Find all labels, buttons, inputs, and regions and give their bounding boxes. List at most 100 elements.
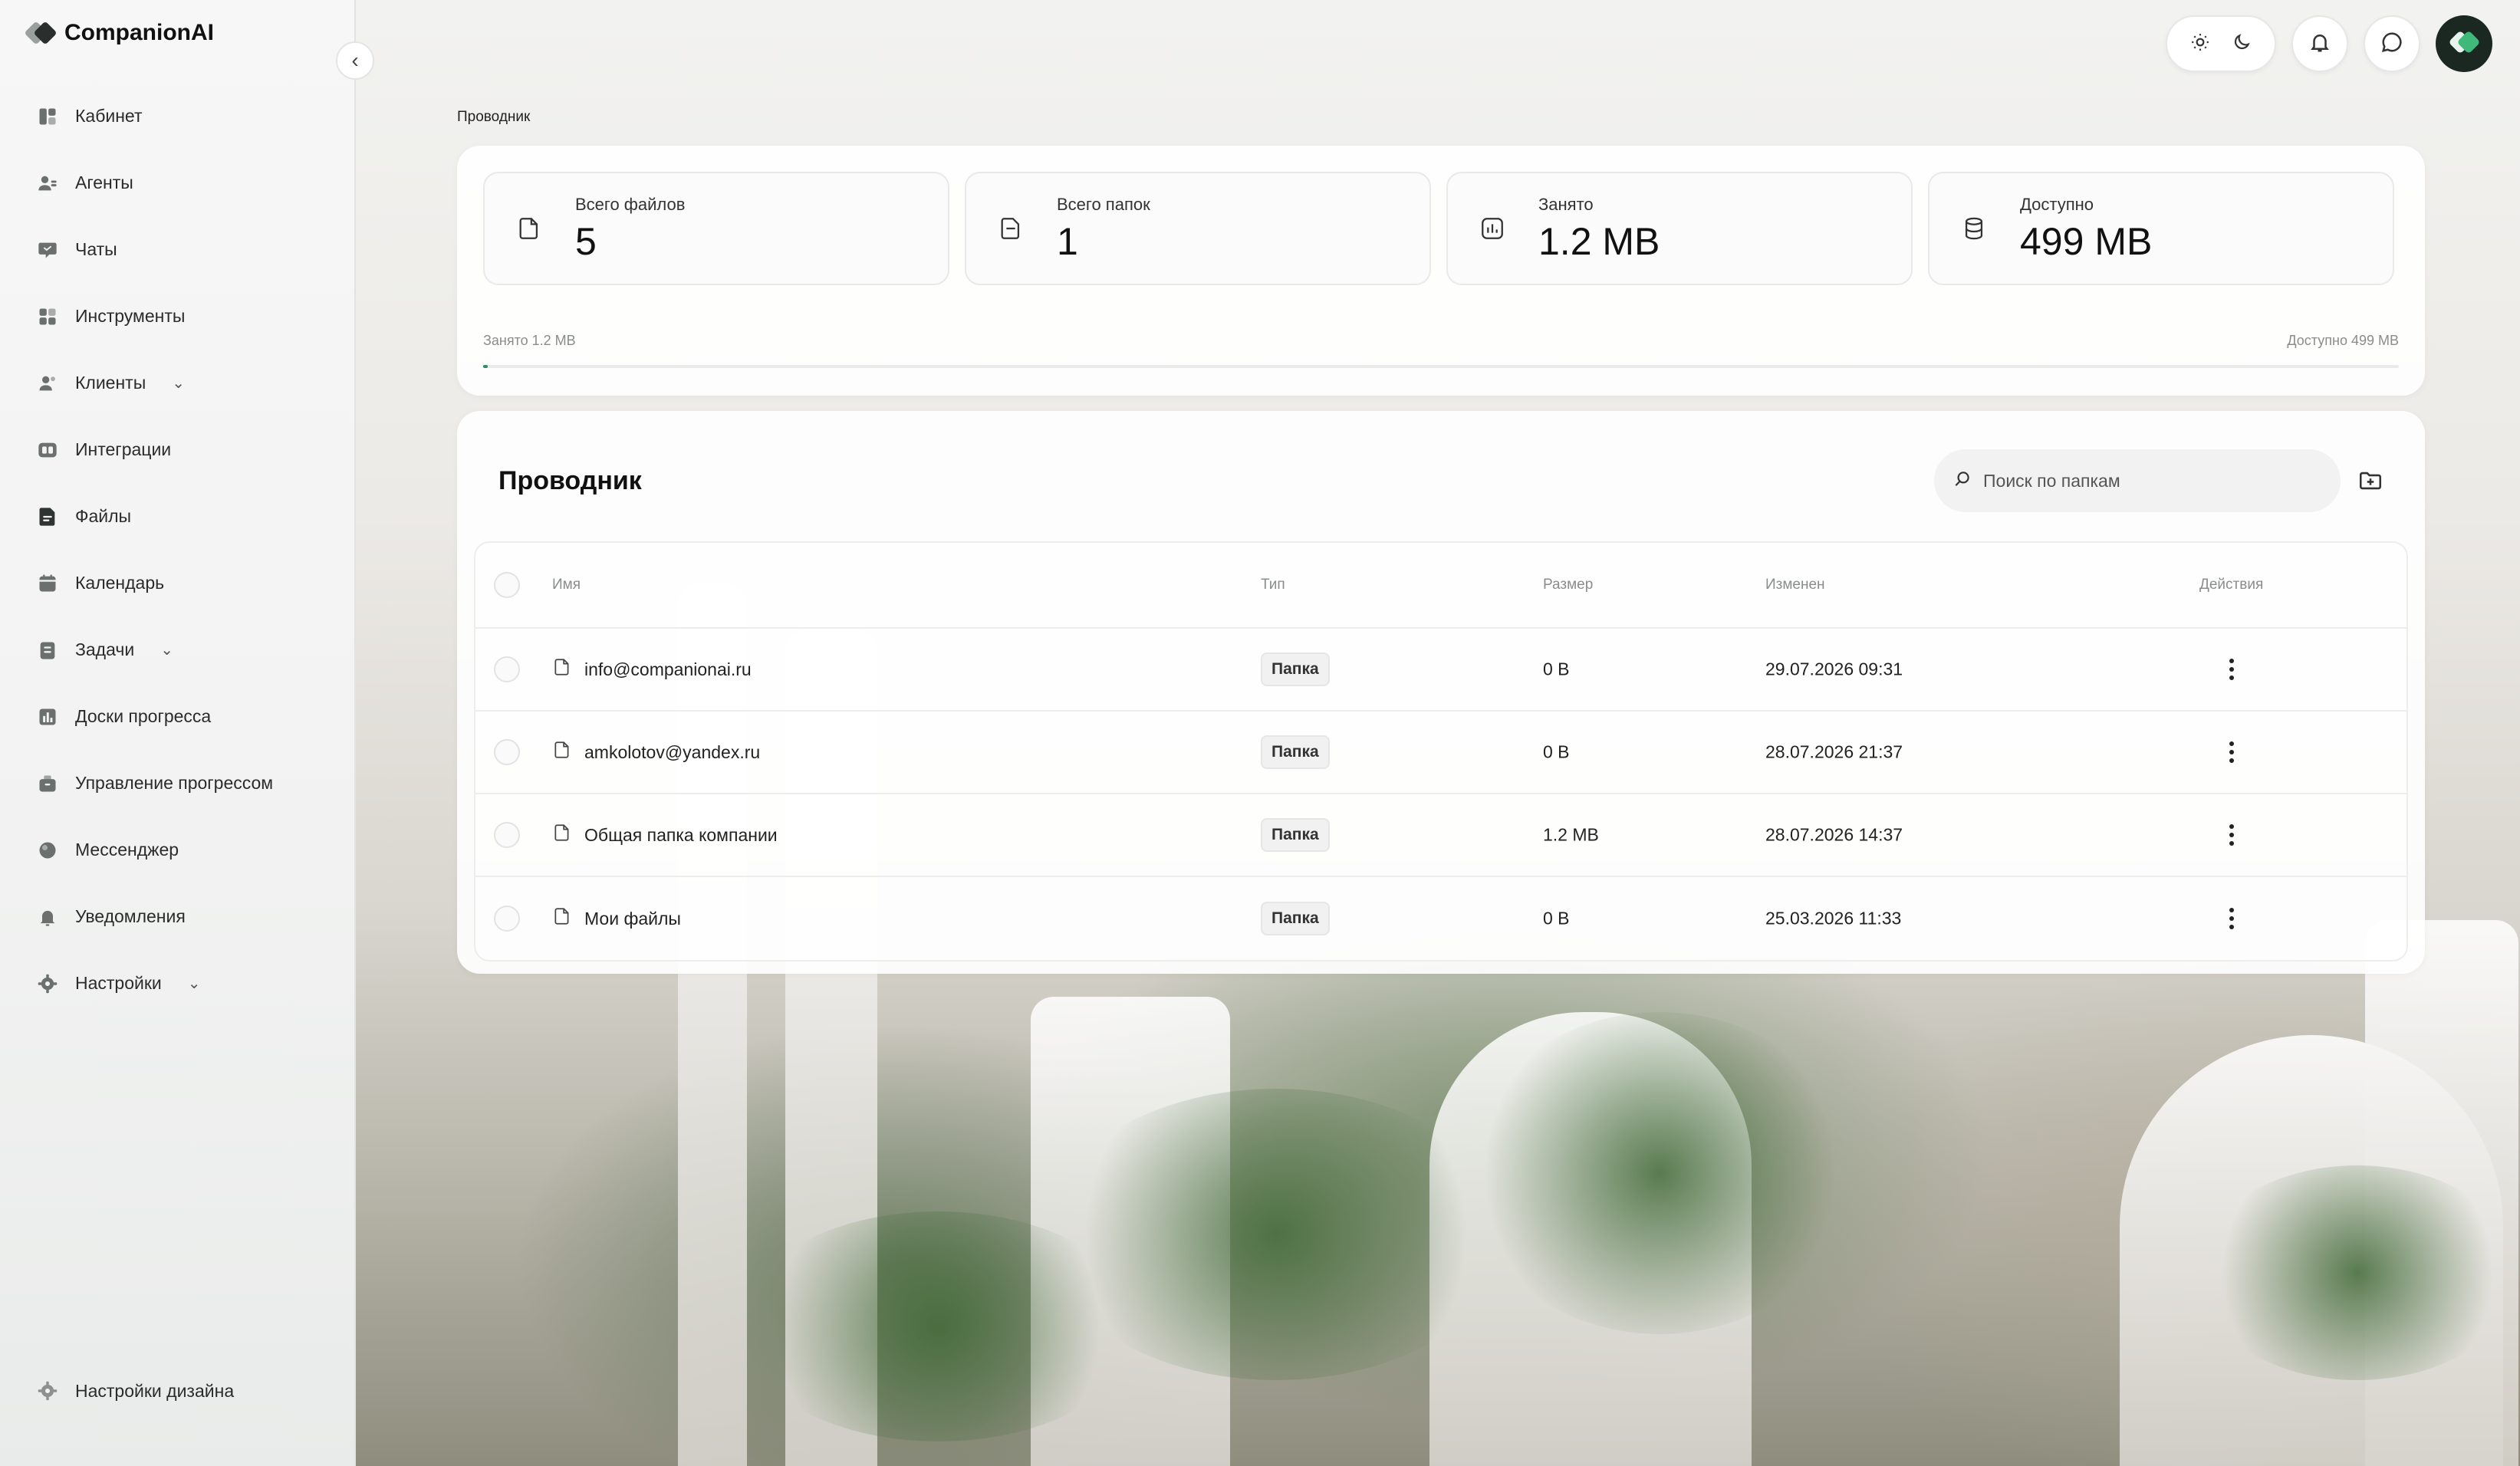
sidebar-item-progress[interactable]: Управление прогрессом [37, 750, 344, 817]
chevron-down-icon[interactable]: ⌄ [172, 373, 185, 393]
storage-progress-fill [483, 365, 488, 368]
storage-used-label: Занято 1.2 MB [483, 333, 576, 348]
search-input[interactable] [1983, 470, 2305, 491]
sidebar-item-label: Инструменты [75, 306, 186, 326]
chevron-down-icon[interactable]: ⌄ [188, 974, 201, 993]
sidebar-item-label: Агенты [75, 173, 133, 192]
breadcrumb: Проводник [457, 109, 531, 125]
row-checkbox[interactable] [494, 906, 520, 932]
agents-icon [37, 173, 58, 194]
table-header-row: Имя Тип Размер Изменен Действия [475, 543, 2407, 629]
notifications-button[interactable] [2291, 15, 2348, 72]
modified-cell: 25.03.2026 11:33 [1765, 908, 1902, 929]
sidebar-item-label: Уведомления [75, 906, 186, 926]
modified-cell: 29.07.2026 09:31 [1765, 659, 1903, 679]
sidebar-item-tools[interactable]: Инструменты [37, 283, 344, 350]
sun-icon[interactable] [2190, 32, 2210, 56]
column-header-modified[interactable]: Изменен [1765, 577, 1825, 593]
theme-toggle[interactable] [2166, 15, 2276, 72]
modified-cell: 28.07.2026 21:37 [1765, 741, 1903, 762]
sidebar-item-label: Доски прогресса [75, 706, 212, 726]
folder-search[interactable] [1934, 449, 2341, 512]
calendar-icon [37, 573, 58, 594]
table-row[interactable]: Мои файлы Папка 0 B 25.03.2026 11:33 [475, 877, 2407, 960]
stat-label: Занято [1538, 195, 1594, 214]
sidebar-item-boards[interactable]: Доски прогресса [37, 683, 344, 750]
sidebar-nav: Кабинет Агенты Чаты Инструменты Клиенты ⌄ Инте… [37, 83, 344, 1017]
sidebar-item-calendar[interactable]: Календарь [37, 550, 344, 616]
explorer-title: Проводник [498, 466, 642, 495]
messages-button[interactable] [2364, 15, 2420, 72]
chat-bubble-icon [2380, 31, 2403, 58]
more-actions-icon[interactable] [2216, 903, 2247, 934]
sidebar-item-clients[interactable]: Клиенты ⌄ [37, 350, 344, 416]
folder-icon [552, 906, 572, 931]
type-badge: Папка [1261, 818, 1330, 852]
tools-icon [37, 306, 58, 327]
sidebar-item-chat[interactable]: Чаты [37, 216, 344, 283]
bell-icon [2308, 31, 2331, 58]
more-actions-icon[interactable] [2216, 737, 2247, 768]
folder-name[interactable]: info@companionai.ru [584, 659, 752, 680]
sidebar-item-settings[interactable]: Настройки ⌄ [37, 950, 344, 1017]
progress-icon [37, 773, 58, 794]
chevron-down-icon[interactable]: ⌄ [160, 640, 173, 659]
size-cell: 0 B [1543, 741, 1570, 762]
files-icon [37, 506, 58, 528]
sidebar-item-files[interactable]: Файлы [37, 483, 344, 550]
storage-progress-bar [483, 365, 2399, 368]
user-avatar[interactable] [2436, 15, 2492, 72]
sidebar-item-label: Чаты [75, 239, 117, 259]
table-row[interactable]: info@companionai.ru Папка 0 B 29.07.2026 09… [475, 629, 2407, 712]
folder-plus-icon [2359, 472, 2382, 490]
sidebar-item-agents[interactable]: Агенты [37, 150, 344, 216]
stat-value: 1 [1057, 220, 1078, 263]
logo-icon [24, 21, 58, 45]
more-actions-icon[interactable] [2216, 820, 2247, 850]
more-actions-icon[interactable] [2216, 654, 2247, 685]
column-header-name[interactable]: Имя [552, 577, 581, 593]
column-header-size[interactable]: Размер [1543, 577, 1593, 593]
sidebar-item-messenger[interactable]: Мессенджер [37, 817, 344, 883]
row-checkbox[interactable] [494, 739, 520, 765]
folder-name[interactable]: Мои файлы [584, 909, 681, 929]
folder-icon [552, 657, 572, 682]
search-icon [1953, 469, 1972, 493]
app-logo[interactable]: CompanionAI [24, 20, 214, 46]
file-explorer-panel: Проводник Имя Тип Размер Изменен Действи… [457, 411, 2425, 974]
files-table: Имя Тип Размер Изменен Действия info@com… [474, 541, 2408, 961]
sidebar-item-integrations[interactable]: Интеграции [37, 416, 344, 483]
folder-name[interactable]: amkolotov@yandex.ru [584, 742, 760, 763]
column-header-type[interactable]: Тип [1261, 577, 1285, 593]
row-checkbox[interactable] [494, 822, 520, 848]
table-row[interactable]: amkolotov@yandex.ru Папка 0 B 28.07.2026 21… [475, 712, 2407, 794]
type-badge: Папка [1261, 652, 1330, 686]
stat-card: Занято 1.2 MB [1446, 172, 1913, 285]
storage-stats-panel: Всего файлов 5 Всего папок 1 Занято 1.2 MB Дос… [457, 146, 2425, 396]
gear-icon [37, 1380, 58, 1402]
table-row[interactable]: Общая папка компании Папка 1.2 MB 28.07.202… [475, 794, 2407, 877]
chevron-left-icon: ‹ [351, 48, 359, 72]
select-all-checkbox[interactable] [494, 572, 520, 598]
collapse-sidebar-button[interactable]: ‹ [336, 41, 374, 80]
row-checkbox[interactable] [494, 656, 520, 682]
sidebar-item-tasks[interactable]: Задачи ⌄ [37, 616, 344, 683]
column-header-actions: Действия [2199, 577, 2264, 593]
sidebar-item-dashboard[interactable]: Кабинет [37, 83, 344, 150]
type-badge: Папка [1261, 902, 1330, 935]
boards-icon [37, 706, 58, 728]
sidebar-item-bell[interactable]: Уведомления [37, 883, 344, 950]
file-icon [512, 212, 546, 245]
sidebar-item-label: Клиенты [75, 373, 146, 393]
new-folder-button[interactable] [2354, 465, 2387, 497]
sidebar-item-design-settings[interactable]: Настройки дизайна [37, 1380, 234, 1402]
size-cell: 0 B [1543, 659, 1570, 679]
dashboard-icon [37, 106, 58, 127]
sidebar: CompanionAI Кабинет Агенты Чаты Инструменты… [0, 0, 356, 1466]
folder-name[interactable]: Общая папка компании [584, 825, 778, 846]
stat-label: Всего файлов [575, 195, 686, 214]
moon-icon[interactable] [2232, 32, 2252, 56]
settings-icon [37, 973, 58, 994]
stat-value: 499 MB [2020, 220, 2153, 263]
stat-label: Всего папок [1057, 195, 1150, 214]
